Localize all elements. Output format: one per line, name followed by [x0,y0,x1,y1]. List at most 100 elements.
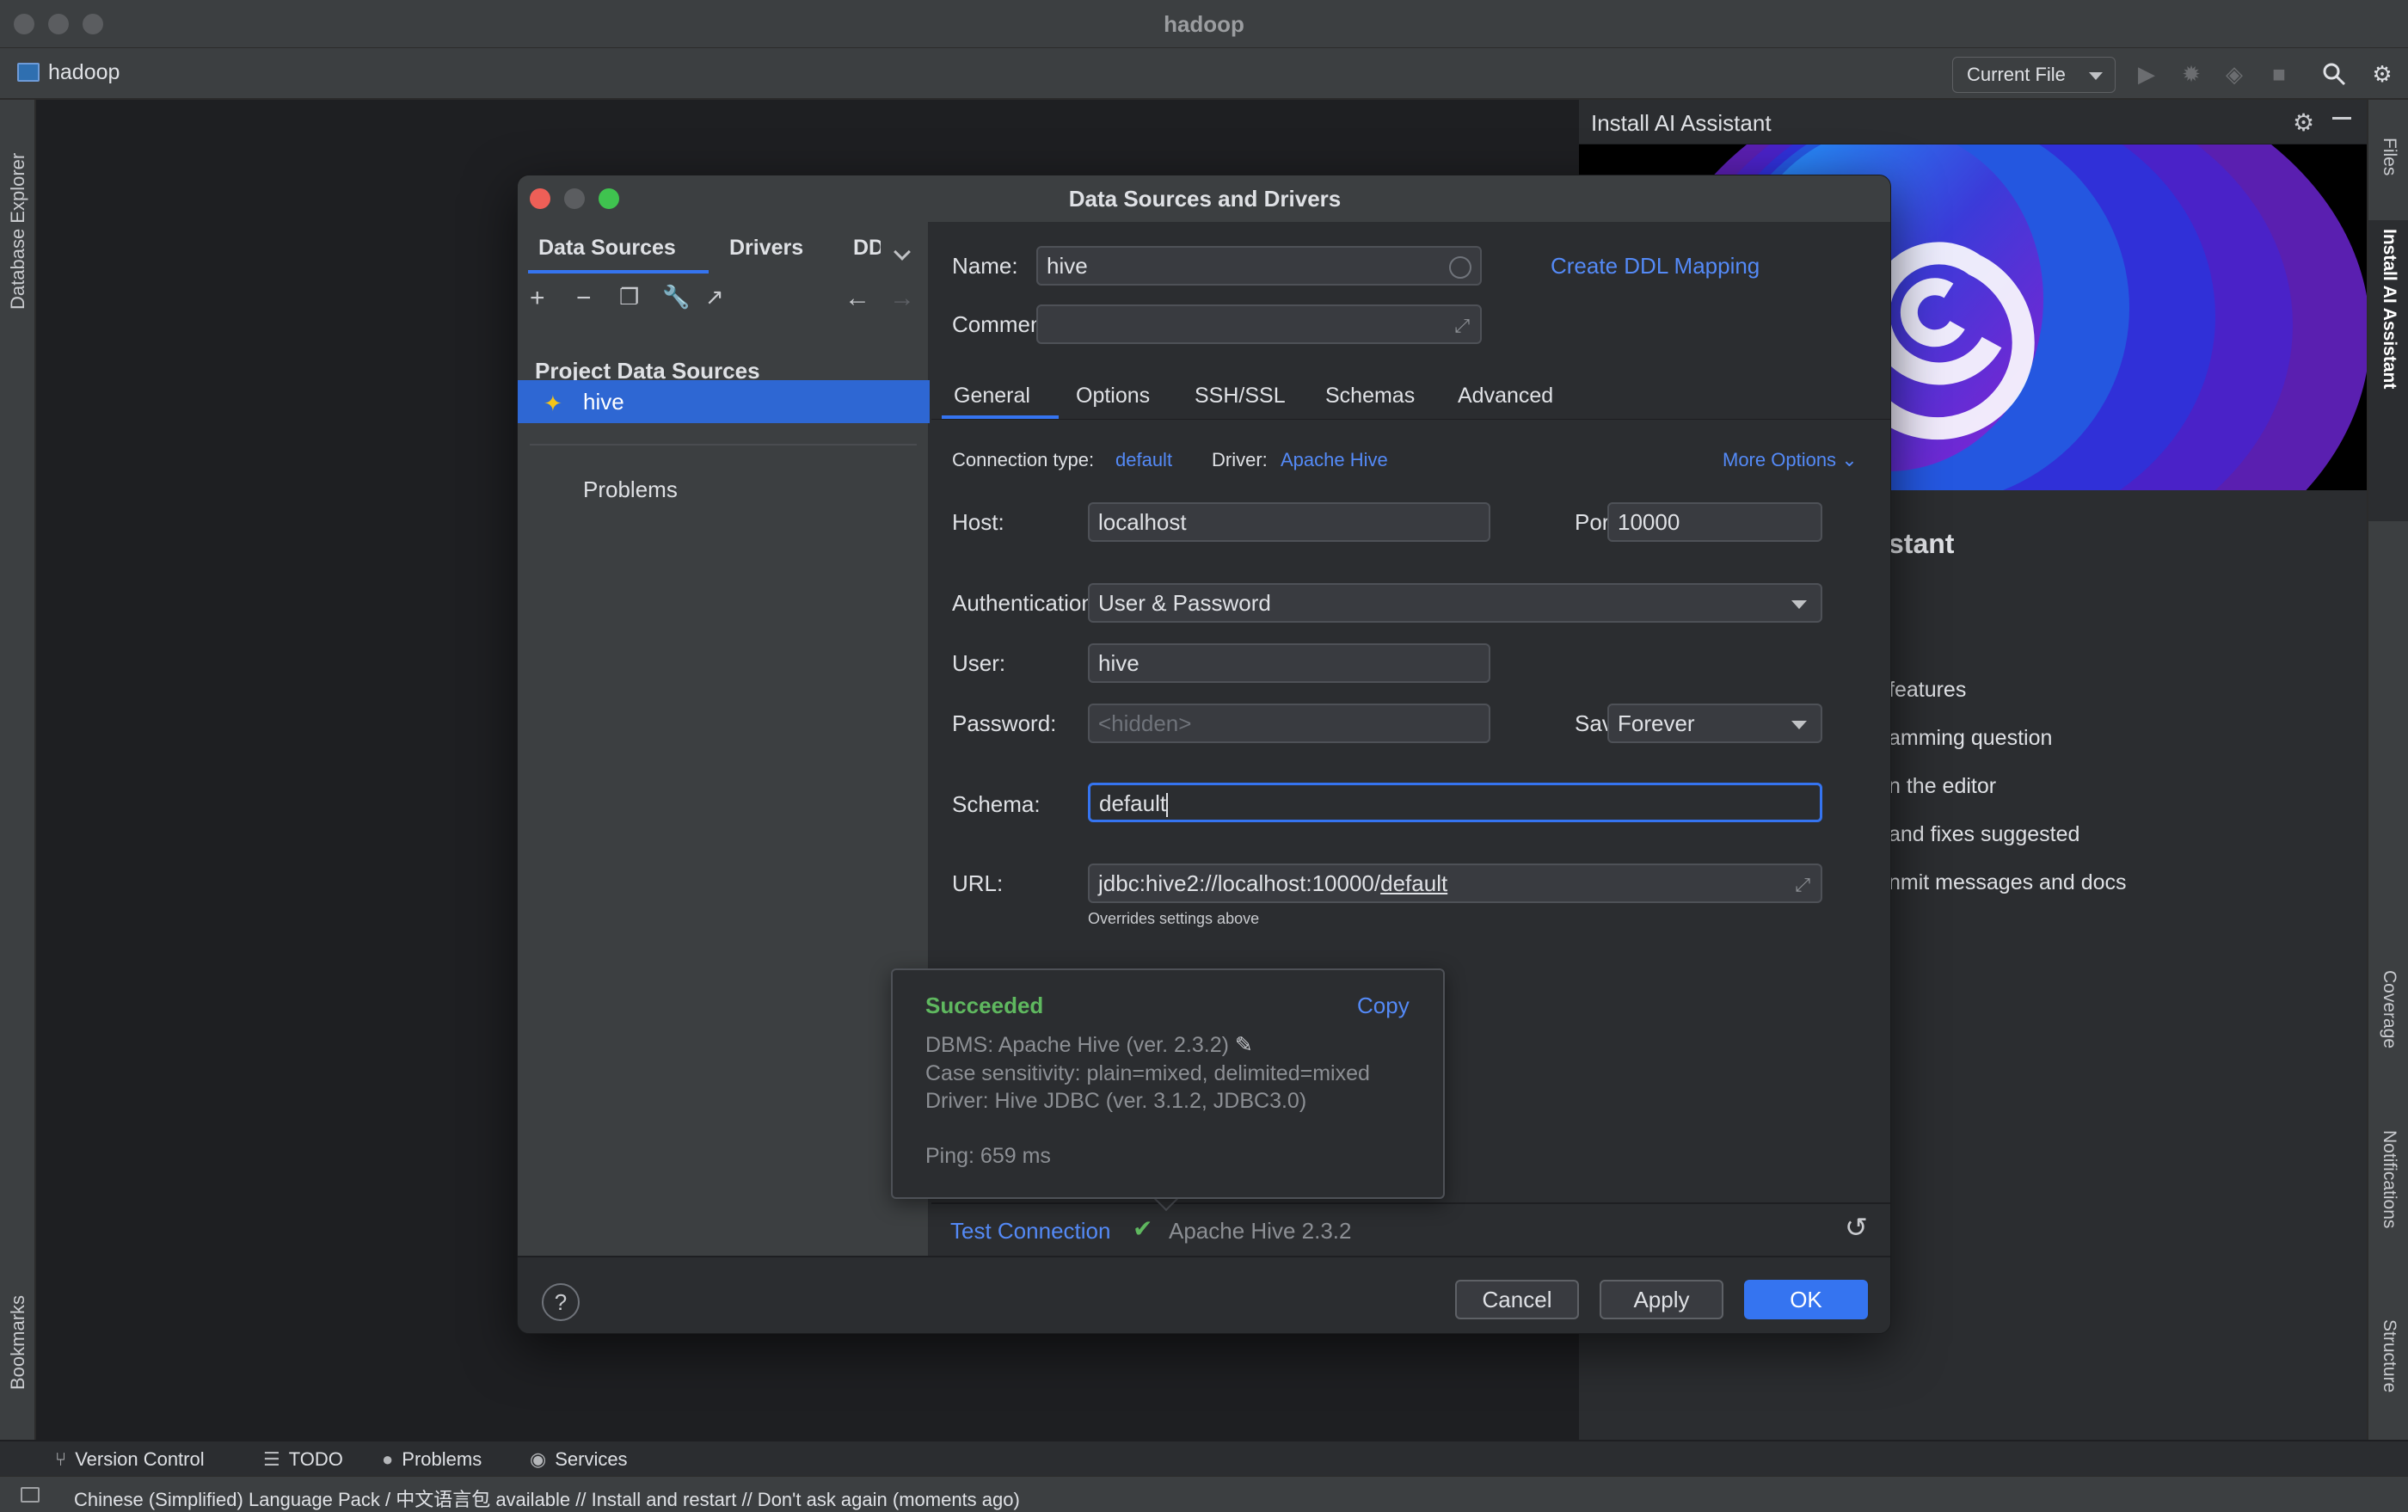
services-icon: ◉ [530,1448,547,1470]
cancel-button[interactable]: Cancel [1455,1280,1579,1319]
tab-schemas[interactable]: Schemas [1325,384,1415,409]
coverage-tab[interactable]: Coverage [2379,970,2399,1048]
name-label: Name: [952,253,1018,279]
bookmarks-tab[interactable]: Bookmarks [7,1295,29,1390]
gear-icon[interactable]: ⚙ [2370,62,2394,86]
right-tool-strip: Files Install AI Assistant Coverage Noti… [2367,100,2408,1440]
remove-icon[interactable]: − [576,284,592,313]
files-tab[interactable]: Files [2379,138,2399,175]
info-icon: ● [382,1448,394,1470]
comment-field[interactable]: ⤢ [1036,304,1482,344]
structure-tab[interactable]: Structure [2379,1319,2399,1392]
driver-line: Driver: Hive JDBC (ver. 3.1.2, JDBC3.0) [925,1089,1307,1113]
coverage-run-icon[interactable]: ◈ [2222,62,2246,86]
schema-field[interactable]: default [1088,783,1822,822]
user-field[interactable]: hive [1088,643,1490,683]
tab-advanced[interactable]: Advanced [1458,384,1553,409]
add-icon[interactable]: + [530,284,545,313]
expand-icon[interactable]: ⤢ [1454,308,1470,342]
tab-ddl[interactable]: DD [853,236,881,261]
driver-link[interactable]: Apache Hive [1281,449,1388,471]
copy-link[interactable]: Copy [1357,993,1410,1019]
dialog-title: Data Sources and Drivers [1068,186,1342,212]
ai-heading: stant [1889,528,1955,559]
version-control-tab[interactable]: ⑂ Version Control [55,1448,205,1471]
schema-label: Schema: [952,791,1041,817]
url-label: URL: [952,870,1004,896]
left-tool-strip: Database Explorer Bookmarks [0,100,36,1440]
tab-drivers[interactable]: Drivers [729,236,803,261]
name-field[interactable]: hive [1036,246,1482,286]
password-label: Password: [952,710,1057,736]
more-options-label: More Options [1723,449,1837,470]
text-cursor [1166,793,1169,818]
divider [530,444,917,446]
export-icon[interactable]: ↗ [705,284,724,310]
run-icon[interactable]: ▶ [2135,62,2159,86]
ai-feature-line: and fixes suggested [1889,822,2080,846]
ai-panel-title: Install AI Assistant [1591,110,1772,136]
todo-label: TODO [288,1448,343,1470]
problems-item[interactable]: Problems [583,476,678,503]
main-toolbar: hadoop Current File ▶ ✹ ◈ ■ ⚙ [0,48,2408,100]
run-config-dropdown[interactable]: Current File [1952,57,2116,93]
authentication-select[interactable]: User & Password [1088,583,1822,623]
wrench-icon[interactable]: 🔧 [662,284,690,310]
tab-ssh-ssl[interactable]: SSH/SSL [1195,384,1286,409]
list-icon: ☰ [263,1448,280,1470]
services-tab[interactable]: ◉ Services [530,1448,628,1471]
tab-general[interactable]: General [954,384,1030,409]
url-field[interactable]: jdbc:hive2://localhost:10000/default ⤢ [1088,864,1822,903]
search-icon[interactable] [2322,62,2346,86]
authentication-label: Authentication: [952,590,1101,616]
version-control-label: Version Control [75,1448,205,1470]
help-button[interactable]: ? [542,1283,580,1321]
ok-button[interactable]: OK [1744,1280,1868,1319]
ai-panel-header: Install AI Assistant ⚙ [1579,100,2368,144]
tab-options[interactable]: Options [1076,384,1150,409]
duplicate-icon[interactable]: ❐ [619,284,639,310]
apply-button[interactable]: Apply [1600,1280,1723,1319]
minimize-icon[interactable] [2332,117,2351,120]
save-select[interactable]: Forever [1607,704,1822,743]
port-field[interactable]: 10000 [1607,502,1822,542]
save-value: Forever [1618,710,1695,736]
forward-arrow-icon[interactable]: → [889,284,915,313]
todo-tab[interactable]: ☰ TODO [263,1448,343,1471]
test-result-label: Apache Hive 2.3.2 [1169,1218,1352,1244]
chevron-down-icon: ⌄ [1841,449,1858,470]
tab-data-sources[interactable]: Data Sources [538,236,676,261]
problems-tab[interactable]: ● Problems [382,1448,482,1471]
host-field[interactable]: localhost [1088,502,1490,542]
debug-icon[interactable]: ✹ [2179,62,2203,86]
host-label: Host: [952,509,1004,535]
expand-icon[interactable]: ⤢ [1795,867,1810,901]
password-field[interactable]: <hidden> [1088,704,1490,743]
database-explorer-tab[interactable]: Database Explorer [7,153,29,310]
project-selector[interactable]: hadoop [48,60,120,85]
dbms-text: DBMS: Apache Hive (ver. 2.3.2) [925,1033,1229,1057]
status-message[interactable]: Chinese (Simplified) Language Pack / 中文语… [74,1484,1020,1512]
list-item-hive[interactable]: ✦ hive [518,380,930,423]
gear-icon[interactable]: ⚙ [2293,108,2314,137]
notifications-tab[interactable]: Notifications [2379,1130,2399,1228]
create-ddl-mapping-link[interactable]: Create DDL Mapping [1551,253,1760,280]
reset-icon[interactable]: ↺ [1845,1211,1868,1244]
url-database: default [1380,870,1448,896]
color-circle-icon[interactable] [1449,256,1471,279]
install-ai-assistant-tab[interactable]: Install AI Assistant [2379,229,2399,389]
dialog-titlebar: Data Sources and Drivers [518,175,1890,222]
divider [931,419,1890,420]
connection-type-link[interactable]: default [1115,449,1172,471]
test-connection-link[interactable]: Test Connection [950,1218,1110,1245]
stop-icon[interactable]: ■ [2267,62,2291,86]
layout-toggle-icon[interactable] [21,1487,40,1503]
pencil-icon[interactable]: ✎ [1235,1033,1253,1057]
schema-value: default [1099,790,1167,816]
more-options-link[interactable]: More Options ⌄ [1723,449,1858,471]
success-label: Succeeded [925,993,1044,1018]
driver-label: Driver: [1212,449,1268,470]
case-sensitivity-line: Case sensitivity: plain=mixed, delimited… [925,1061,1370,1085]
back-arrow-icon[interactable]: ← [845,284,870,313]
chevron-down-icon[interactable] [894,243,911,261]
